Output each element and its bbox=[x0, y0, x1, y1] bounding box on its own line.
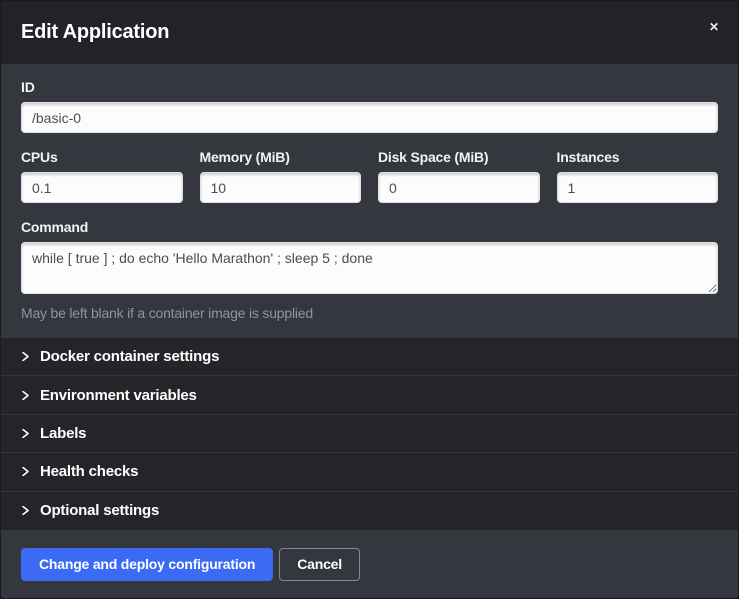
section-environment-variables[interactable]: Environment variables bbox=[1, 376, 738, 414]
cancel-button[interactable]: Cancel bbox=[279, 548, 360, 581]
section-label: Labels bbox=[40, 425, 86, 442]
section-label: Environment variables bbox=[40, 387, 197, 404]
section-docker-container-settings[interactable]: Docker container settings bbox=[1, 338, 738, 376]
disk-label: Disk Space (MiB) bbox=[378, 149, 540, 165]
cpus-input[interactable] bbox=[21, 172, 183, 203]
edit-application-modal: Edit Application ✕ ID CPUs Memory (MiB) … bbox=[0, 0, 739, 599]
chevron-right-icon bbox=[21, 352, 30, 361]
section-label: Docker container settings bbox=[40, 348, 219, 365]
section-optional-settings[interactable]: Optional settings bbox=[1, 492, 738, 530]
chevron-right-icon bbox=[21, 429, 30, 438]
chevron-right-icon bbox=[21, 467, 30, 476]
id-field-group: ID bbox=[21, 79, 718, 133]
command-field-group: Command while [ true ] ; do echo 'Hello … bbox=[21, 219, 718, 321]
instances-input[interactable] bbox=[557, 172, 719, 203]
modal-header: Edit Application ✕ bbox=[1, 1, 738, 64]
chevron-right-icon bbox=[21, 506, 30, 515]
modal-footer: Change and deploy configuration Cancel bbox=[1, 530, 738, 598]
settings-accordion: Docker container settings Environment va… bbox=[1, 338, 738, 530]
id-input[interactable] bbox=[21, 102, 718, 133]
section-label: Health checks bbox=[40, 463, 138, 480]
instances-label: Instances bbox=[557, 149, 719, 165]
section-label: Optional settings bbox=[40, 502, 159, 519]
memory-input[interactable] bbox=[200, 172, 362, 203]
resource-fields-row: CPUs Memory (MiB) Disk Space (MiB) Insta… bbox=[21, 149, 718, 203]
memory-field-group: Memory (MiB) bbox=[200, 149, 362, 203]
cpus-field-group: CPUs bbox=[21, 149, 183, 203]
section-labels[interactable]: Labels bbox=[1, 415, 738, 453]
cpus-label: CPUs bbox=[21, 149, 183, 165]
chevron-right-icon bbox=[21, 391, 30, 400]
modal-title: Edit Application bbox=[21, 21, 169, 44]
id-label: ID bbox=[21, 79, 718, 95]
memory-label: Memory (MiB) bbox=[200, 149, 362, 165]
close-icon[interactable]: ✕ bbox=[705, 18, 723, 36]
section-health-checks[interactable]: Health checks bbox=[1, 453, 738, 491]
command-label: Command bbox=[21, 219, 718, 235]
disk-field-group: Disk Space (MiB) bbox=[378, 149, 540, 203]
command-help-text: May be left blank if a container image i… bbox=[21, 305, 718, 321]
instances-field-group: Instances bbox=[557, 149, 719, 203]
command-textarea[interactable]: while [ true ] ; do echo 'Hello Marathon… bbox=[21, 242, 718, 294]
application-form: ID CPUs Memory (MiB) Disk Space (MiB) In… bbox=[1, 64, 738, 338]
disk-input[interactable] bbox=[378, 172, 540, 203]
change-and-deploy-button[interactable]: Change and deploy configuration bbox=[21, 548, 273, 581]
